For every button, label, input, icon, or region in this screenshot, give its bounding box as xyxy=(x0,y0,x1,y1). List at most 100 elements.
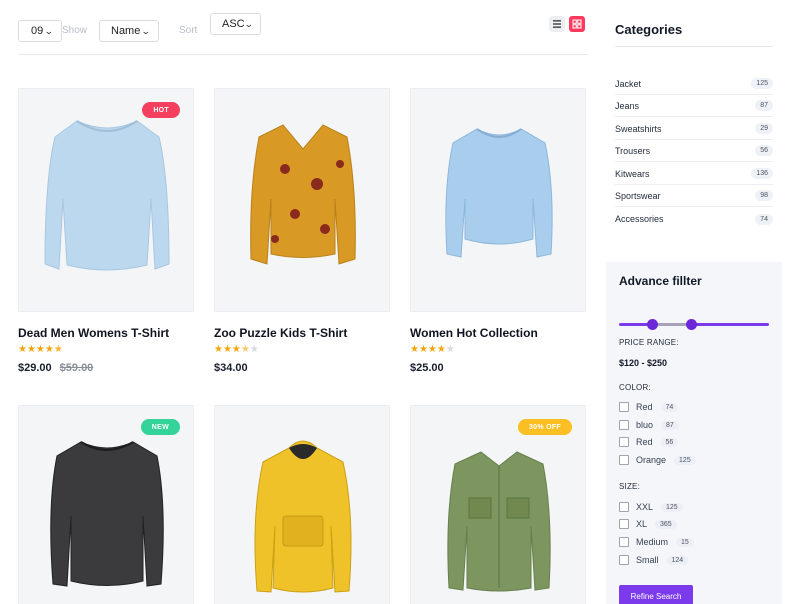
product-card[interactable]: Women Hot Collection ★★★★★ $25.00 xyxy=(410,88,586,374)
option-label: XL xyxy=(636,519,648,529)
option-label: Red xyxy=(636,402,653,412)
checkbox[interactable] xyxy=(619,455,629,465)
price-slider-min-handle[interactable] xyxy=(647,319,658,330)
color-option-red[interactable]: Red 74 xyxy=(619,400,679,414)
product-price: $29.00 xyxy=(18,362,52,374)
color-option-red-2[interactable]: Red 56 xyxy=(619,435,679,449)
category-item-accessories[interactable]: Accessories 74 xyxy=(615,208,773,230)
yellow-anorak-icon xyxy=(254,440,352,593)
green-jacket-icon xyxy=(447,451,551,592)
product-image[interactable] xyxy=(214,405,390,604)
category-count: 74 xyxy=(755,213,773,225)
grid-view-button[interactable] xyxy=(569,16,585,32)
option-label: XXL xyxy=(636,502,654,512)
checkbox[interactable] xyxy=(619,437,629,447)
category-label: Accessories xyxy=(615,214,664,224)
option-count: 365 xyxy=(655,519,677,529)
category-item-trousers[interactable]: Trousers 56 xyxy=(615,140,773,162)
per-page-select[interactable]: 09 ⌄ xyxy=(18,20,62,42)
advance-filter-panel: Advance fillter PRICE RANGE: $120 - $250… xyxy=(606,262,782,604)
price-range-label: PRICE RANGE: xyxy=(619,338,679,347)
color-label: COLOR: xyxy=(619,383,651,392)
product-price: $34.00 xyxy=(214,362,248,374)
category-label: Kitwears xyxy=(615,168,650,179)
category-count: 29 xyxy=(755,123,773,134)
size-option-xxl[interactable]: XXL 125 xyxy=(619,500,683,514)
category-count: 56 xyxy=(755,145,773,156)
chevron-down-icon: ⌄ xyxy=(141,25,152,36)
category-item-sweatshirts[interactable]: Sweatshirts 29 xyxy=(615,118,773,140)
product-card[interactable] xyxy=(214,405,390,604)
product-price-row: $25.00 xyxy=(410,362,586,374)
chevron-down-icon: ⌄ xyxy=(44,25,55,36)
size-option-xl[interactable]: XL 365 xyxy=(619,517,677,531)
product-card[interactable]: Zoo Puzzle Kids T-Shirt ★★★★★ $34.00 xyxy=(214,88,390,374)
size-option-medium[interactable]: Medium 15 xyxy=(619,535,694,549)
star-rating: ★★★★★ xyxy=(18,344,63,355)
list-view-button[interactable] xyxy=(549,16,565,32)
checkbox[interactable] xyxy=(619,537,629,547)
product-image[interactable]: NEW xyxy=(18,405,194,604)
product-title[interactable]: Zoo Puzzle Kids T-Shirt xyxy=(214,326,390,340)
category-label: Jeans xyxy=(615,100,640,111)
product-badge: NEW xyxy=(140,419,180,435)
category-label: Sportswear xyxy=(615,190,661,201)
sort-by-select[interactable]: Name ⌄ xyxy=(99,20,159,42)
price-range-value: $120 - $250 xyxy=(619,358,668,368)
knit-sweater-icon xyxy=(445,128,553,258)
checkbox[interactable] xyxy=(619,502,629,512)
product-price: $25.00 xyxy=(410,362,444,374)
category-label: Jacket xyxy=(615,78,642,89)
category-count: 125 xyxy=(751,78,773,89)
per-page-value: 09 xyxy=(31,25,44,37)
dark-sweater-icon xyxy=(50,441,164,587)
color-option-blue[interactable]: bluo 87 xyxy=(619,418,679,432)
category-label: Sweatshirts xyxy=(615,123,662,134)
floral-blouse-icon xyxy=(250,124,356,265)
sort-by-value: Name xyxy=(111,25,141,37)
checkbox[interactable] xyxy=(619,420,629,430)
product-old-price: $59.00 xyxy=(59,362,94,374)
checkbox[interactable] xyxy=(619,519,629,529)
option-count: 87 xyxy=(661,420,679,430)
option-label: Medium xyxy=(636,537,669,547)
product-image[interactable] xyxy=(410,88,586,312)
option-count: 74 xyxy=(660,402,679,412)
option-count: 124 xyxy=(666,555,689,565)
product-price-row: $34.00 xyxy=(214,362,390,374)
product-price-row: $29.00 $59.00 xyxy=(18,362,194,374)
checkbox[interactable] xyxy=(619,402,629,412)
star-rating: ★★★★★ xyxy=(410,344,455,355)
category-item-kitwears[interactable]: Kitwears 136 xyxy=(615,163,773,185)
category-count: 98 xyxy=(755,190,773,201)
refine-search-button[interactable]: Refine Search xyxy=(619,585,693,604)
size-option-small[interactable]: Small 124 xyxy=(619,553,689,567)
categories-heading: Categories xyxy=(615,22,683,37)
product-title[interactable]: Women Hot Collection xyxy=(410,326,586,340)
category-item-jacket[interactable]: Jacket 125 xyxy=(615,73,773,95)
product-image[interactable]: HOT xyxy=(18,88,194,312)
sort-order-select[interactable]: ASC ⌄ xyxy=(210,13,261,35)
product-card[interactable]: 30% OFF xyxy=(410,405,586,604)
product-card[interactable]: NEW xyxy=(18,405,194,604)
product-card[interactable]: HOT Dead Men Womens T-Shirt ★★★★★ $29.00… xyxy=(18,88,194,374)
product-image[interactable] xyxy=(214,88,390,312)
price-slider-max-handle[interactable] xyxy=(686,319,697,330)
product-title[interactable]: Dead Men Womens T-Shirt xyxy=(18,326,194,340)
product-badge: HOT xyxy=(142,102,180,118)
product-image[interactable]: 30% OFF xyxy=(410,405,586,604)
color-option-orange[interactable]: Orange 125 xyxy=(619,453,696,467)
show-label: Show xyxy=(62,25,88,36)
blue-sweater-icon xyxy=(44,120,170,271)
category-item-jeans[interactable]: Jeans 87 xyxy=(615,95,773,117)
list-icon xyxy=(553,20,561,28)
chevron-down-icon: ⌄ xyxy=(243,18,254,29)
option-label: Small xyxy=(636,555,659,565)
checkbox[interactable] xyxy=(619,555,629,565)
category-count: 136 xyxy=(751,168,773,179)
option-count: 125 xyxy=(674,455,696,465)
size-label: SIZE: xyxy=(619,482,641,491)
product-badge: 30% OFF xyxy=(517,419,572,435)
category-item-sportswear[interactable]: Sportswear 98 xyxy=(615,185,773,207)
sort-label: Sort xyxy=(179,25,198,36)
